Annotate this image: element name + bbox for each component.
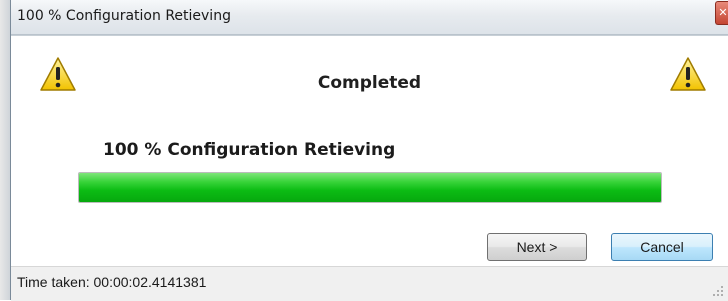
resize-grip-icon[interactable] (712, 285, 724, 297)
next-button[interactable]: Next > (487, 233, 587, 261)
background-window-edge (0, 0, 10, 300)
dialog-window: 100 % Configuration Retieving ✕ Complete… (10, 0, 728, 301)
progress-label: 100 % Configuration Retieving (103, 140, 396, 160)
close-icon: ✕ (718, 6, 728, 19)
status-bar: Time taken: 00:00:02.4141381 (11, 266, 728, 301)
progress-bar-fill (79, 173, 661, 202)
warning-icon (670, 57, 706, 91)
progress-bar (78, 172, 662, 203)
status-heading: Completed (317, 73, 422, 93)
time-taken-label: Time taken: 00:00:02.4141381 (17, 274, 207, 290)
title-bar[interactable]: 100 % Configuration Retieving ✕ (11, 0, 728, 35)
close-button[interactable]: ✕ (715, 1, 728, 25)
dialog-content: Completed 100 % Configuration Retieving … (11, 35, 728, 266)
window-title: 100 % Configuration Retieving (17, 8, 231, 24)
cancel-button[interactable]: Cancel (611, 233, 713, 261)
